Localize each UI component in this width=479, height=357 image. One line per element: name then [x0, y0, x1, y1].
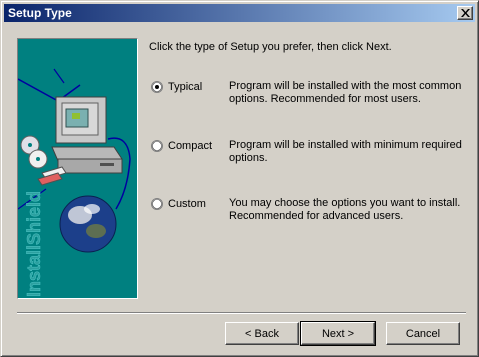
instruction-text: Click the type of Setup you prefer, then… [149, 41, 392, 53]
custom-description: You may choose the options you want to i… [229, 197, 461, 222]
close-button[interactable] [457, 6, 473, 20]
installshield-graphic-panel: InstallShield [17, 38, 138, 299]
radio-typical[interactable] [151, 81, 163, 93]
typical-description: Program will be installed with the most … [229, 80, 462, 105]
compact-description: Program will be installed with minimum r… [229, 139, 462, 164]
installshield-computer-graphic: InstallShield [18, 68, 131, 297]
close-icon [461, 9, 470, 17]
next-button[interactable]: Next > [300, 321, 376, 346]
radio-label-compact[interactable]: Compact [168, 139, 212, 153]
installshield-brand-text: InstallShield [24, 191, 44, 297]
back-button[interactable]: < Back [225, 322, 299, 345]
radio-label-typical[interactable]: Typical [168, 80, 202, 94]
cancel-button[interactable]: Cancel [386, 322, 460, 345]
window-title: Setup Type [8, 6, 72, 20]
title-bar[interactable]: Setup Type [4, 4, 475, 22]
radio-custom[interactable] [151, 198, 163, 210]
radio-label-custom[interactable]: Custom [168, 197, 206, 211]
setup-type-dialog: Setup Type InstallShield Click the type … [0, 0, 479, 357]
button-separator [17, 312, 466, 314]
radio-compact[interactable] [151, 140, 163, 152]
